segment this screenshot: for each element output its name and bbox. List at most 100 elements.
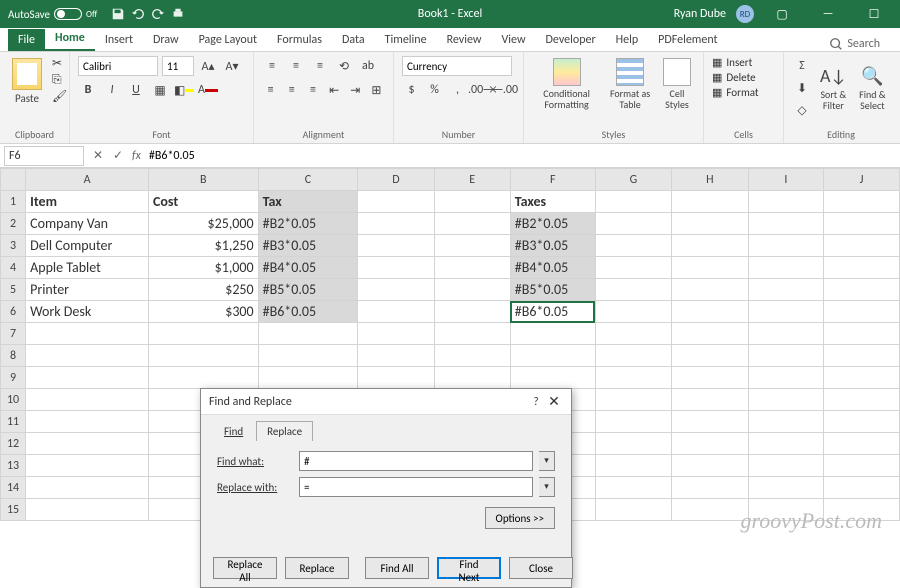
row-header[interactable]: 5 [1, 279, 26, 301]
dialog-close-icon[interactable]: ✕ [545, 393, 563, 410]
cell[interactable] [672, 213, 748, 235]
ribbon-options-icon[interactable]: ▢ [764, 0, 800, 28]
cell[interactable] [824, 235, 900, 257]
cell[interactable] [358, 235, 434, 257]
row-header[interactable]: 10 [1, 389, 26, 411]
cancel-formula-icon[interactable]: ✕ [88, 148, 108, 163]
cut-icon[interactable]: ✂ [52, 56, 67, 71]
cell[interactable]: $300 [148, 301, 258, 323]
conditional-formatting-button[interactable]: Conditional Formatting [532, 56, 601, 112]
cell[interactable]: #B3*0.05 [258, 235, 358, 257]
user-avatar[interactable]: RD [736, 5, 754, 23]
cell[interactable]: $1,000 [148, 257, 258, 279]
dialog-help-icon[interactable]: ? [527, 395, 545, 408]
wrap-text-icon[interactable]: ab [358, 56, 378, 76]
close-button[interactable]: Close [509, 557, 573, 579]
col-header[interactable]: D [358, 169, 434, 191]
cell[interactable]: #B2*0.05 [510, 213, 595, 235]
cell[interactable] [358, 301, 434, 323]
cell[interactable]: #B6*0.05 [258, 301, 358, 323]
increase-indent-icon[interactable]: ⇥ [347, 80, 364, 100]
cell[interactable] [672, 257, 748, 279]
row-header[interactable]: 9 [1, 367, 26, 389]
cell-active[interactable]: #B6*0.05 [510, 301, 595, 323]
find-history-dropdown-icon[interactable]: ▾ [539, 451, 555, 471]
tab-replace[interactable]: Replace [256, 421, 313, 441]
number-format-select[interactable] [402, 56, 512, 76]
tab-page-layout[interactable]: Page Layout [189, 29, 267, 51]
col-header[interactable]: A [26, 169, 149, 191]
increase-font-icon[interactable]: A▴ [198, 56, 218, 76]
tab-data[interactable]: Data [332, 29, 375, 51]
name-box[interactable]: F6 [4, 146, 84, 166]
decrease-decimal-icon[interactable]: ←.00 [495, 80, 515, 100]
replace-button[interactable]: Replace [285, 557, 349, 579]
quickprint-icon[interactable] [171, 7, 185, 21]
cell[interactable] [748, 191, 824, 213]
col-header[interactable]: J [824, 169, 900, 191]
cell[interactable] [595, 301, 671, 323]
row-header[interactable]: 3 [1, 235, 26, 257]
cell[interactable] [358, 257, 434, 279]
underline-button[interactable]: U [126, 80, 146, 100]
tab-pdfelement[interactable]: PDFelement [648, 29, 727, 51]
autosum-icon[interactable]: Σ [792, 56, 812, 76]
options-button[interactable]: Options >> [485, 507, 555, 529]
border-icon[interactable]: ▦ [150, 80, 170, 100]
row-header[interactable]: 14 [1, 477, 26, 499]
col-header[interactable]: H [672, 169, 748, 191]
align-left-icon[interactable]: ≡ [262, 80, 279, 100]
cell[interactable] [824, 191, 900, 213]
col-header[interactable]: B [148, 169, 258, 191]
cell[interactable] [748, 301, 824, 323]
col-header[interactable]: I [748, 169, 824, 191]
replace-history-dropdown-icon[interactable]: ▾ [539, 477, 555, 497]
cell[interactable]: #B5*0.05 [258, 279, 358, 301]
col-header[interactable]: C [258, 169, 358, 191]
cell[interactable] [672, 191, 748, 213]
cell[interactable]: #B3*0.05 [510, 235, 595, 257]
font-color-icon[interactable]: A [198, 80, 218, 100]
cell[interactable] [434, 191, 510, 213]
cell[interactable] [824, 279, 900, 301]
cell[interactable]: Apple Tablet [26, 257, 149, 279]
cell[interactable]: Work Desk [26, 301, 149, 323]
cell[interactable]: Cost [148, 191, 258, 213]
row-header[interactable]: 13 [1, 455, 26, 477]
tab-developer[interactable]: Developer [536, 29, 606, 51]
user-name[interactable]: Ryan Dube [674, 7, 726, 21]
cell[interactable] [824, 301, 900, 323]
tab-help[interactable]: Help [606, 29, 649, 51]
find-all-button[interactable]: Find All [365, 557, 429, 579]
insert-cells-button[interactable]: ▦Insert [712, 56, 775, 69]
cell[interactable]: #B4*0.05 [510, 257, 595, 279]
row-header[interactable]: 6 [1, 301, 26, 323]
cell[interactable] [595, 235, 671, 257]
cell[interactable] [748, 257, 824, 279]
row-header[interactable]: 2 [1, 213, 26, 235]
merge-icon[interactable]: ⊞ [368, 80, 385, 100]
cell[interactable]: Tax [258, 191, 358, 213]
cell-styles-button[interactable]: Cell Styles [659, 56, 695, 112]
cell[interactable]: Company Van [26, 213, 149, 235]
delete-cells-button[interactable]: ▦Delete [712, 71, 775, 84]
maximize-icon[interactable]: ☐ [856, 0, 892, 28]
cell[interactable] [434, 279, 510, 301]
cell[interactable] [595, 257, 671, 279]
align-center-icon[interactable]: ≡ [283, 80, 300, 100]
find-next-button[interactable]: Find Next [437, 557, 501, 579]
cell[interactable] [358, 191, 434, 213]
row-header[interactable]: 1 [1, 191, 26, 213]
row-header[interactable]: 8 [1, 345, 26, 367]
save-icon[interactable] [111, 7, 125, 21]
font-size-select[interactable] [162, 56, 194, 76]
select-all-corner[interactable] [1, 169, 26, 191]
format-painter-icon[interactable]: 🖌 [52, 89, 67, 104]
redo-icon[interactable] [151, 7, 165, 21]
sort-filter-button[interactable]: A↓ Sort & Filter [816, 63, 851, 113]
align-bottom-icon[interactable]: ≡ [310, 56, 330, 76]
clear-icon[interactable]: ◇ [792, 100, 812, 120]
tab-insert[interactable]: Insert [95, 29, 143, 51]
copy-icon[interactable]: ⎘ [52, 73, 67, 87]
cell[interactable] [595, 191, 671, 213]
